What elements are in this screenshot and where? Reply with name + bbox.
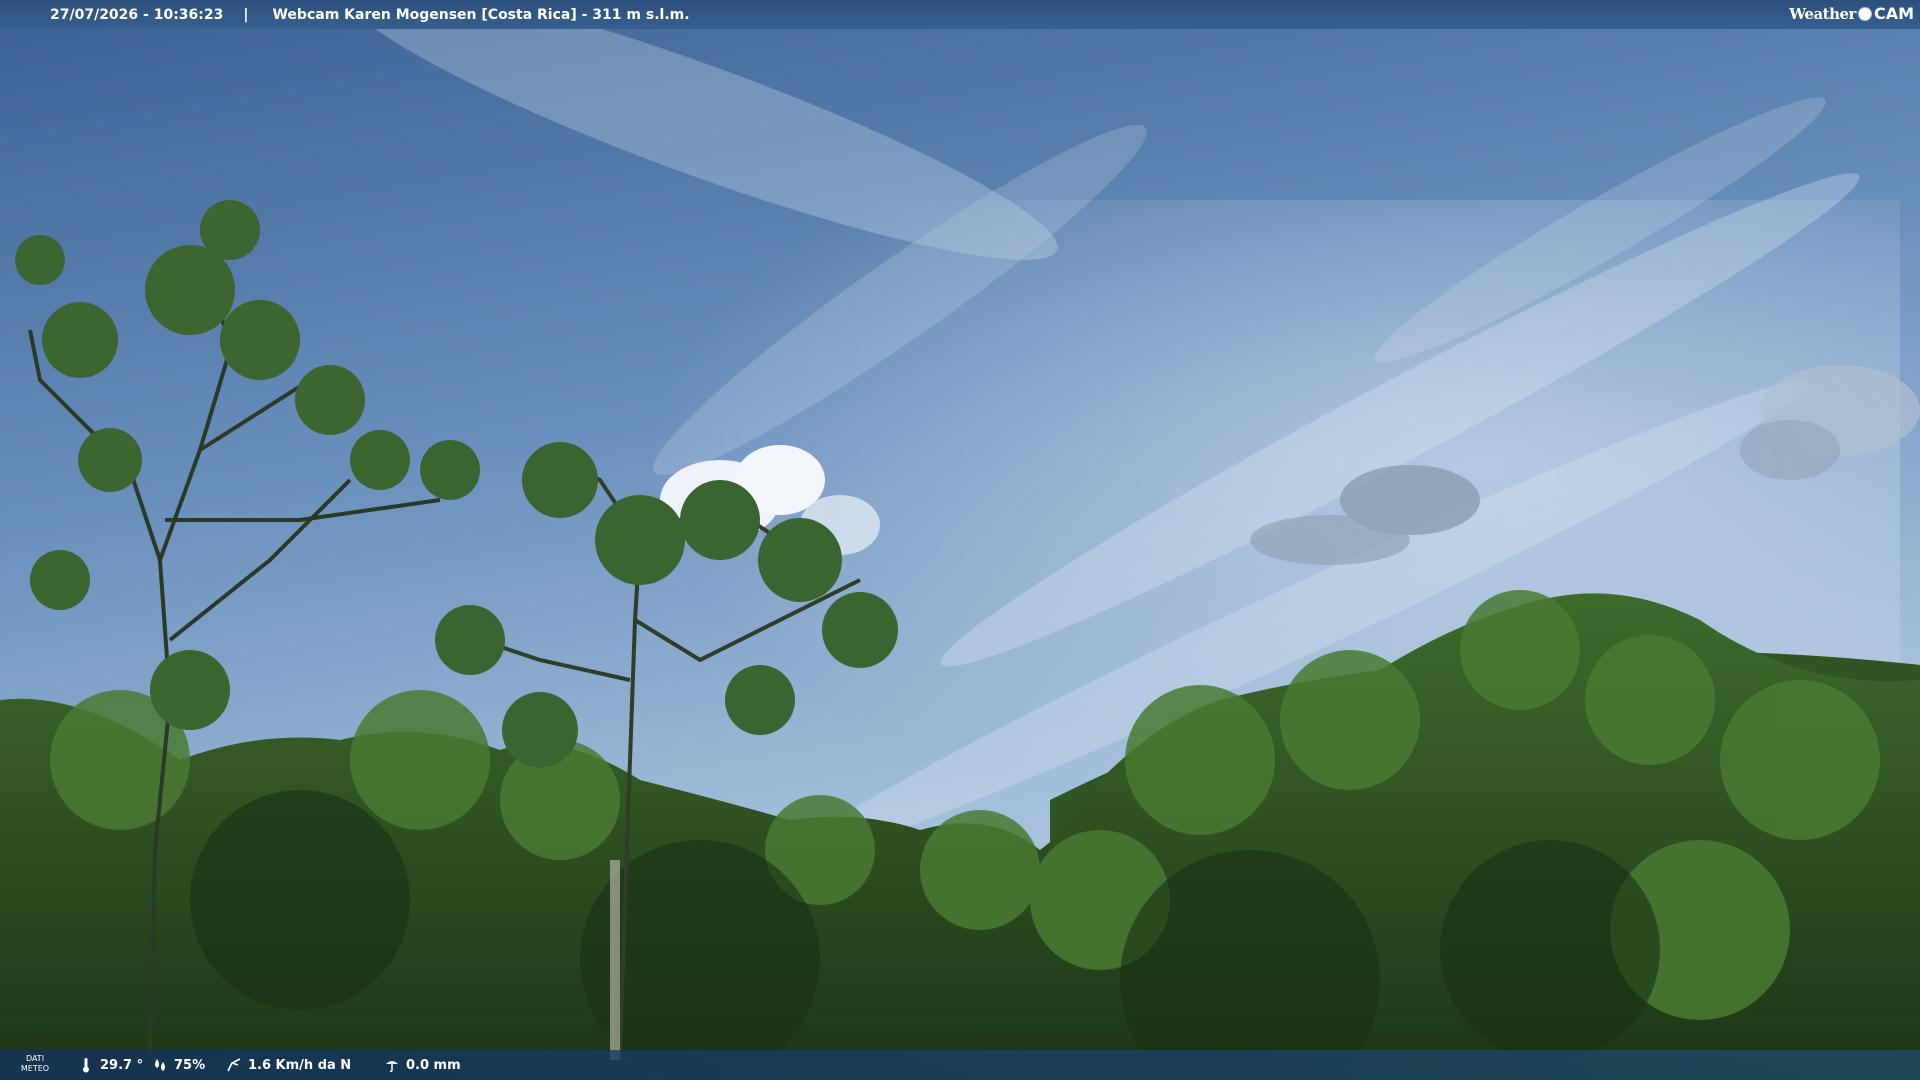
temperature-value: 29.7 °	[100, 1057, 144, 1073]
rain-reading: 0.0 mm	[384, 1050, 461, 1080]
temperature-reading: 29.7 °	[78, 1050, 143, 1080]
thermometer-icon	[83, 1058, 89, 1073]
humidity-reading: 75%	[152, 1050, 205, 1080]
weather-data-label: DATI METEO	[12, 1054, 58, 1074]
weather-data-label-line1: DATI	[25, 1054, 45, 1063]
webcam-image	[0, 0, 1920, 1080]
header-separator: |	[243, 6, 249, 23]
droplets-icon	[155, 1059, 165, 1071]
weathercam-logo: Weather CAM	[1789, 4, 1914, 23]
rain-value: 0.0 mm	[406, 1057, 461, 1073]
brand-left: Weather	[1789, 4, 1856, 23]
timestamp: 27/07/2026 - 10:36:23	[50, 6, 224, 23]
rain-gauge-icon	[386, 1061, 398, 1073]
brand-right: CAM	[1873, 4, 1914, 23]
weather-data-label-line2: METEO	[20, 1064, 50, 1073]
webcam-title: Webcam Karen Mogensen [Costa Rica] - 311…	[272, 6, 690, 23]
tree-trunk	[610, 860, 620, 1060]
wind-icon	[227, 1058, 241, 1072]
header-bar: 27/07/2026 - 10:36:23 | Webcam Karen Mog…	[0, 0, 1920, 29]
humidity-value: 75%	[174, 1057, 206, 1073]
logo-dot-icon	[1857, 6, 1872, 21]
wind-reading: 1.6 Km/h da N	[226, 1050, 351, 1080]
wind-value: 1.6 Km/h da N	[248, 1057, 352, 1073]
weather-data-bar: DATI METEO 29.7 ° 75% 1.6 Km/h da N 0.0 …	[0, 1050, 1920, 1080]
